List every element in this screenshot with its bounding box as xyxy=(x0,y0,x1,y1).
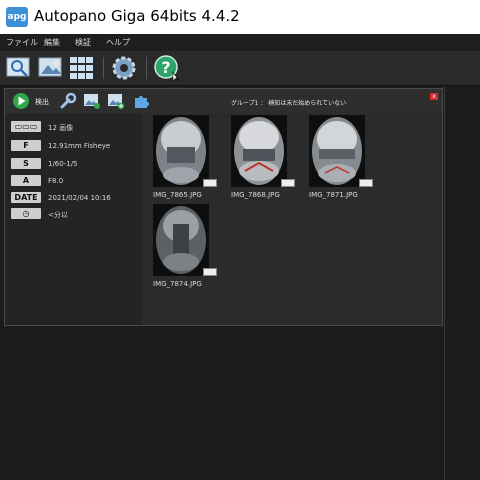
image-thumbnail[interactable]: IMG_7868.JPG xyxy=(231,115,301,205)
duration-row: ◷ <分以 xyxy=(11,208,141,220)
image-folder-icon xyxy=(38,57,62,77)
aperture-badge: A xyxy=(11,175,41,186)
menu-help[interactable]: ヘルプ xyxy=(106,37,130,48)
toolbar-separator xyxy=(103,57,104,79)
import-images-icon xyxy=(6,57,30,77)
group-info-panel: ▭▭▭ 12 画像 F 12.91mm Fisheye S 1/60-1/5 A… xyxy=(5,114,142,325)
grid-icon xyxy=(70,57,93,79)
import-images-button[interactable] xyxy=(5,54,33,82)
toolbar-separator xyxy=(146,57,147,79)
date-value: 2021/02/04 10:16 xyxy=(48,194,111,202)
image-group-panel: 検出 グループ1 ： 検知は未だ始められていない x ▭▭▭ 12 画像 F 1… xyxy=(4,88,443,326)
focal-length-row: F 12.91mm Fisheye xyxy=(11,140,141,152)
fisheye-photo xyxy=(153,115,209,187)
thumbnail-tag xyxy=(203,268,217,276)
menu-bar: ファイル 編集 検証 ヘルプ xyxy=(0,34,480,51)
panel-divider xyxy=(444,86,445,480)
clock-icon: ◷ xyxy=(11,208,41,219)
image-thumbnail[interactable]: IMG_7865.JPG xyxy=(153,115,223,205)
duration-value: <分以 xyxy=(48,211,68,219)
image-count-badge: ▭▭▭ xyxy=(11,121,41,132)
help-icon: ? xyxy=(154,55,180,82)
image-filename: IMG_7868.JPG xyxy=(231,191,280,199)
image-count-row: ▭▭▭ 12 画像 xyxy=(11,121,141,133)
add-images-button[interactable] xyxy=(83,92,101,110)
app-logo-icon: apg xyxy=(6,7,28,27)
wrench-icon xyxy=(60,92,77,109)
merge-button[interactable] xyxy=(132,92,150,110)
thumbnail-tag xyxy=(203,179,217,187)
image-filename: IMG_7865.JPG xyxy=(153,191,202,199)
fisheye-photo xyxy=(153,204,209,276)
image-thumbnail[interactable]: IMG_7871.JPG xyxy=(309,115,379,205)
detect-label[interactable]: 検出 xyxy=(35,97,49,107)
new-group-button[interactable] xyxy=(107,92,125,110)
shutter-badge: S xyxy=(11,158,41,169)
close-group-button[interactable]: x xyxy=(430,93,438,100)
settings-button[interactable] xyxy=(110,54,138,82)
shutter-value: 1/60-1/5 xyxy=(48,160,78,168)
aperture-value: F8.0 xyxy=(48,177,64,185)
open-folder-button[interactable] xyxy=(37,54,65,82)
image-edit-icon xyxy=(84,94,100,109)
image-gallery: IMG_7865.JPG IMG_7868.JPG IMG_7871.JPG I… xyxy=(142,114,442,325)
thumbnail-tag xyxy=(359,179,373,187)
play-icon xyxy=(13,93,29,109)
group-title: グループ1 ： 検知は未だ始められていない xyxy=(231,100,347,107)
batch-detect-button[interactable] xyxy=(68,54,96,82)
title-bar: apg Autopano Giga 64bits 4.4.2 xyxy=(0,0,480,34)
aperture-row: A F8.0 xyxy=(11,175,141,187)
focal-length-badge: F xyxy=(11,140,41,151)
focal-length-value: 12.91mm Fisheye xyxy=(48,142,111,150)
detect-button[interactable] xyxy=(12,92,30,110)
date-row: DATE 2021/02/04 10:16 xyxy=(11,192,141,204)
menu-edit[interactable]: 編集 xyxy=(44,37,60,48)
image-filename: IMG_7871.JPG xyxy=(309,191,358,199)
gear-icon xyxy=(112,56,136,80)
thumbnail-tag xyxy=(281,179,295,187)
group-header: 検出 グループ1 ： 検知は未だ始められていない x xyxy=(5,89,442,113)
menu-file[interactable]: ファイル xyxy=(6,37,38,48)
window-title: Autopano Giga 64bits 4.4.2 xyxy=(34,7,240,25)
menu-verify[interactable]: 検証 xyxy=(75,37,91,48)
svg-text:?: ? xyxy=(161,58,170,77)
date-badge: DATE xyxy=(11,192,41,203)
image-add-icon xyxy=(108,94,125,110)
fisheye-photo xyxy=(231,115,287,187)
puzzle-icon xyxy=(135,96,149,108)
group-settings-button[interactable] xyxy=(59,92,77,110)
toolbar: ? xyxy=(0,51,480,86)
shutter-row: S 1/60-1/5 xyxy=(11,158,141,170)
image-count-value: 12 画像 xyxy=(48,124,74,132)
image-filename: IMG_7874.JPG xyxy=(153,280,202,288)
fisheye-photo xyxy=(309,115,365,187)
help-button[interactable]: ? xyxy=(153,54,181,82)
image-thumbnail[interactable]: IMG_7874.JPG xyxy=(153,204,223,294)
